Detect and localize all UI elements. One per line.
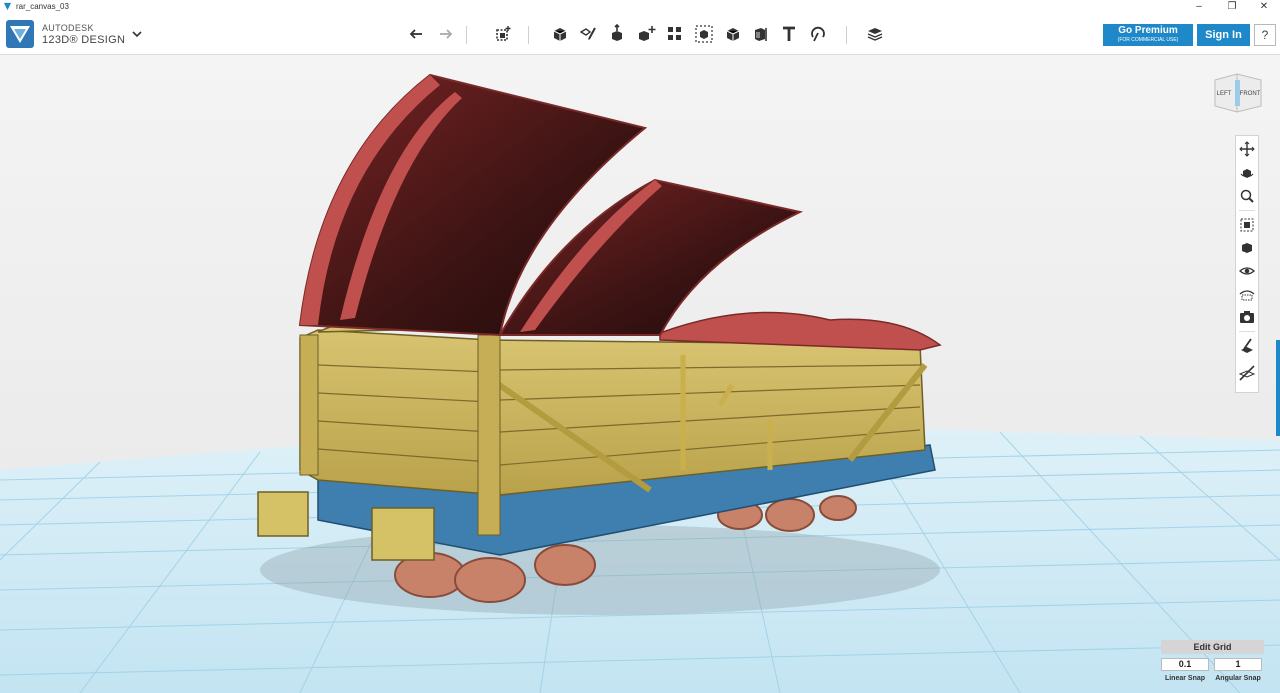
- combine-icon: [726, 28, 740, 41]
- undo-button[interactable]: [406, 23, 428, 45]
- camera-icon[interactable]: [1238, 308, 1256, 326]
- primitives-button[interactable]: [549, 23, 571, 45]
- navigation-bar: [1235, 135, 1259, 393]
- navbar-separator: [1239, 210, 1255, 211]
- chevron-down-icon[interactable]: [130, 28, 144, 40]
- go-premium-sublabel: (FOR COMMERCIAL USE): [1117, 37, 1179, 43]
- sketch-icon: [579, 27, 596, 40]
- autodesk-logo-icon[interactable]: [6, 20, 34, 48]
- go-premium-label: Go Premium: [1118, 25, 1178, 36]
- angular-snap-input[interactable]: 1: [1214, 658, 1262, 671]
- text-button[interactable]: [778, 23, 800, 45]
- angular-snap-label: Angular Snap: [1215, 675, 1261, 682]
- navbar-separator: [1239, 331, 1255, 332]
- snap-button[interactable]: [807, 23, 829, 45]
- measure-button[interactable]: [750, 23, 772, 45]
- wagon-buffer: [257, 491, 309, 537]
- window-title: rar_canvas_03: [16, 2, 69, 11]
- primitives-icon: [553, 28, 567, 41]
- toolbar-separator: [466, 26, 467, 44]
- combine-button[interactable]: [722, 23, 744, 45]
- grid-toggle-icon[interactable]: [1238, 364, 1256, 382]
- edit-grid-button[interactable]: Edit Grid: [1161, 640, 1264, 654]
- visibility-icon[interactable]: [1238, 262, 1256, 280]
- wagon-end-wall: [299, 329, 501, 496]
- viewcube-left-label: LEFT: [1217, 91, 1232, 97]
- materials-button[interactable]: [864, 23, 886, 45]
- linear-snap-label: Linear Snap: [1164, 675, 1206, 682]
- undo-icon: [409, 29, 422, 39]
- brand-product: 123D® DESIGN: [42, 34, 126, 46]
- linear-snap-input[interactable]: 0.1: [1161, 658, 1209, 671]
- app-logo-icon: [3, 2, 12, 11]
- text-icon: [783, 26, 795, 41]
- modify-button[interactable]: [635, 23, 657, 45]
- pan-icon[interactable]: [1238, 140, 1256, 158]
- materials-outlines-icon[interactable]: [1238, 285, 1256, 303]
- transform-button[interactable]: [492, 23, 514, 45]
- panel-edge-handle[interactable]: [1276, 340, 1280, 436]
- screenshot-icon[interactable]: [1238, 337, 1256, 355]
- modify-icon: [639, 26, 656, 41]
- go-premium-button[interactable]: Go Premium (FOR COMMERCIAL USE): [1103, 24, 1193, 46]
- app-toolbar: AUTODESK 123D® DESIGN Go Premium (FOR CO…: [0, 14, 1280, 55]
- snap-icon: [811, 26, 825, 42]
- grouping-button[interactable]: [693, 23, 715, 45]
- fit-icon[interactable]: [1238, 216, 1256, 234]
- materials-icon: [867, 28, 883, 41]
- minimize-button[interactable]: –: [1183, 0, 1215, 14]
- window-titlebar: rar_canvas_03 – ❐ ✕: [0, 0, 1280, 14]
- sign-in-button[interactable]: Sign In: [1197, 24, 1250, 46]
- pattern-icon: [668, 27, 681, 40]
- transform-icon: [496, 26, 511, 41]
- model-shadow: [260, 525, 940, 615]
- wagon-corner-post: [477, 334, 501, 536]
- construct-icon: [612, 23, 622, 41]
- construct-button[interactable]: [606, 23, 628, 45]
- redo-button[interactable]: [434, 23, 456, 45]
- help-button[interactable]: ?: [1254, 24, 1276, 46]
- orbit-icon[interactable]: [1238, 164, 1256, 182]
- wagon-corner-post-left: [299, 334, 319, 476]
- maximize-button[interactable]: ❐: [1216, 0, 1248, 14]
- viewcube-front-label: FRONT: [1240, 91, 1261, 97]
- toolbar-separator: [846, 26, 847, 44]
- redo-icon: [440, 29, 453, 39]
- sketch-button[interactable]: [577, 23, 599, 45]
- view-icon[interactable]: [1238, 239, 1256, 257]
- view-cube[interactable]: LEFT FRONT: [1213, 72, 1263, 114]
- toolbar-separator: [528, 26, 529, 44]
- close-button[interactable]: ✕: [1248, 0, 1280, 14]
- wagon-buffer: [371, 507, 435, 561]
- 3d-viewport[interactable]: [0, 55, 1280, 693]
- pattern-button[interactable]: [664, 23, 686, 45]
- grid-settings-panel: Edit Grid 0.1 1 Linear Snap Angular Snap: [1161, 640, 1264, 688]
- measure-icon: [755, 28, 767, 41]
- brand-company: AUTODESK: [42, 23, 94, 33]
- zoom-icon[interactable]: [1238, 187, 1256, 205]
- grouping-icon: [695, 25, 713, 43]
